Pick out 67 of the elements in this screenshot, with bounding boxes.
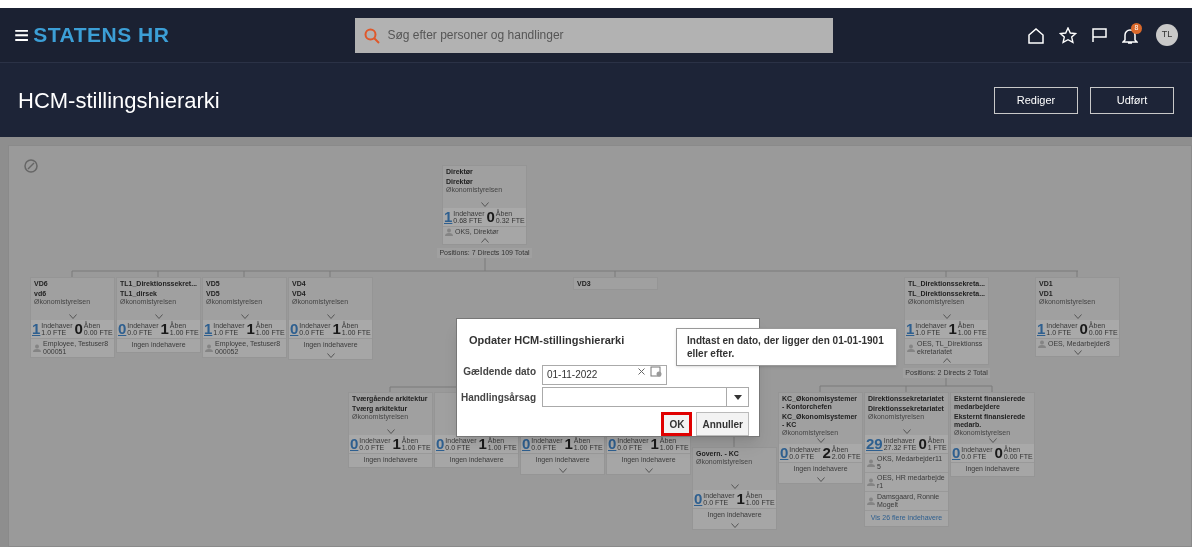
open-count: 1	[736, 492, 745, 506]
open-count: 1	[392, 437, 401, 451]
chevron-down-icon[interactable]	[816, 476, 825, 482]
open-count: 0	[994, 446, 1003, 460]
menu-button[interactable]: ≡	[14, 22, 30, 48]
flag-icon[interactable]	[1091, 27, 1108, 43]
person-silhouette-icon	[867, 459, 875, 467]
open-count: 0	[486, 210, 495, 224]
tooltip: Indtast en dato, der ligger den 01-01-1901 eller efter.	[676, 328, 897, 366]
star-icon[interactable]	[1059, 26, 1077, 44]
person-silhouette-icon	[867, 497, 875, 505]
person-silhouette-icon	[33, 344, 41, 352]
open-count: 1	[564, 437, 573, 451]
chevron-down-icon[interactable]	[240, 314, 249, 319]
person-silhouette-icon	[205, 344, 213, 352]
chevron-down-icon[interactable]	[154, 314, 163, 319]
chevron-down-icon[interactable]	[1073, 314, 1082, 319]
chevron-down-icon[interactable]	[326, 352, 335, 358]
person-silhouette-icon	[1038, 340, 1046, 348]
open-count: 1	[332, 322, 341, 336]
search-icon	[364, 27, 381, 44]
action-button[interactable]: Udført	[1090, 86, 1174, 114]
open-count: 1	[478, 437, 487, 451]
chevron-down-icon[interactable]	[480, 202, 489, 207]
field-label: Gældende dato	[462, 364, 536, 379]
open-count: 1	[650, 437, 659, 451]
person-silhouette-icon	[867, 478, 875, 486]
logo: STATENS HR	[33, 22, 170, 49]
clear-icon[interactable]	[638, 368, 645, 375]
reason-dropdown[interactable]	[542, 387, 749, 407]
open-count: 1	[948, 322, 957, 336]
chevron-down-icon[interactable]	[644, 467, 653, 473]
user-avatar[interactable]: TL	[1156, 24, 1178, 46]
chevron-down-icon[interactable]	[326, 314, 335, 319]
date-field[interactable]: 01-11-2022	[542, 364, 667, 385]
chevron-down-icon[interactable]	[558, 467, 567, 473]
chevron-down-icon[interactable]	[1073, 350, 1082, 355]
person-silhouette-icon	[445, 228, 453, 236]
chevron-down-icon[interactable]	[68, 314, 77, 319]
chevron-down-icon[interactable]	[730, 522, 739, 528]
chevron-down-icon[interactable]	[942, 314, 951, 319]
search-field[interactable]: Søg efter personer og handlinger	[355, 17, 834, 53]
action-button[interactable]: Rediger	[994, 86, 1078, 114]
open-count: 0	[1079, 322, 1088, 336]
open-count: 0	[918, 437, 927, 451]
chevron-down-icon[interactable]	[386, 429, 395, 434]
chevron-up-icon[interactable]	[480, 238, 489, 243]
page-title: HCM-stillingshierarki	[18, 86, 220, 115]
dialog-button[interactable]: OK	[661, 412, 693, 436]
open-count: 1	[160, 322, 169, 336]
chevron-down-icon[interactable]	[902, 429, 911, 434]
field-label: Handlingsårsag	[459, 390, 536, 405]
chevron-down-icon[interactable]	[730, 484, 739, 489]
open-count: 0	[74, 322, 83, 336]
open-count: 1	[246, 322, 255, 336]
chevron-down-icon[interactable]	[816, 438, 825, 443]
open-count: 2	[822, 446, 831, 460]
calendar-icon[interactable]	[650, 365, 662, 377]
chevron-up-icon[interactable]	[942, 358, 951, 363]
reset-view-icon[interactable]	[22, 157, 40, 175]
chevron-down-icon[interactable]	[988, 438, 997, 443]
dialog-title: Opdater HCM-stillingshierarki	[469, 334, 625, 346]
dialog-button[interactable]: Annuller	[696, 412, 749, 436]
person-silhouette-icon	[907, 344, 915, 352]
home-icon[interactable]	[1027, 26, 1045, 44]
dropdown-arrow-icon	[733, 394, 742, 400]
bell-icon[interactable]	[1122, 28, 1138, 45]
